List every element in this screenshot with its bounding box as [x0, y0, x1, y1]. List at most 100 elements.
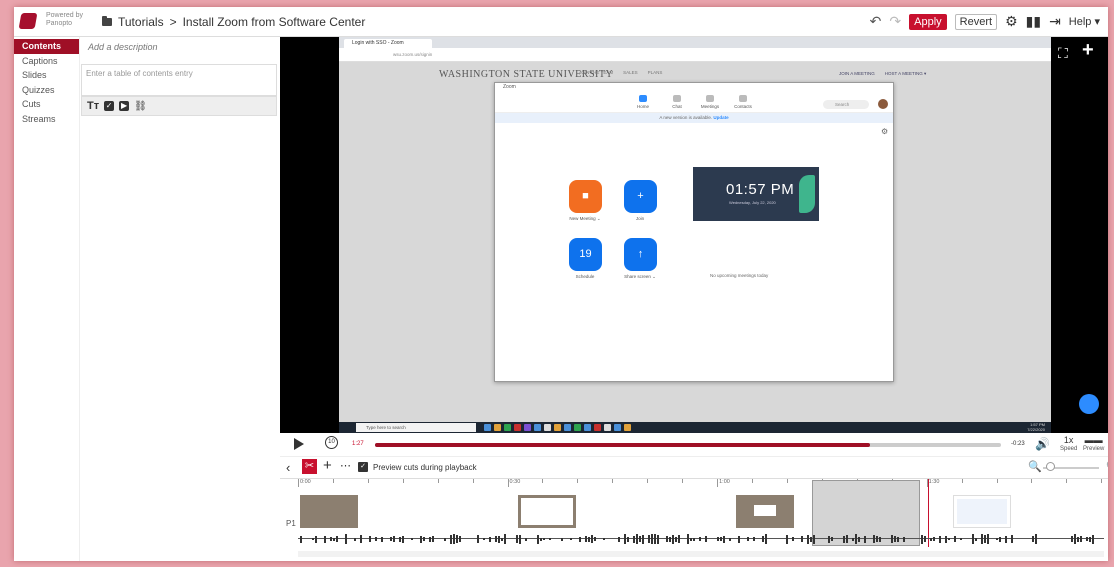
waveform-bar [705, 536, 707, 542]
fullscreen-icon[interactable]: ⛶ [1058, 45, 1068, 62]
ruler-tick [472, 479, 474, 483]
undo-icon[interactable]: ↶ [870, 13, 882, 30]
ruler-tick [437, 479, 439, 483]
waveform-bar [924, 536, 926, 542]
waveform-bar [300, 535, 302, 543]
sidebar-item-cuts[interactable]: Cuts [14, 97, 79, 112]
thumbnail-track [298, 489, 1104, 531]
waveform-bar [570, 538, 572, 540]
join-icon: + [624, 180, 657, 213]
app-icon [594, 424, 601, 431]
waveform-bar [954, 536, 956, 542]
sidebar-item-slides[interactable]: Slides [14, 68, 79, 83]
share-screen-icon: ↑ [624, 238, 657, 271]
settings-gear-icon[interactable]: ⚙ [1005, 13, 1018, 30]
preview-cuts-checkbox[interactable]: ✓ [358, 462, 368, 472]
checkbox-icon[interactable]: ✓ [104, 101, 115, 111]
breadcrumb-folder[interactable]: Tutorials [118, 15, 164, 29]
add-stream-icon[interactable]: + [1082, 39, 1094, 62]
windows-taskbar: Type here to search 1:57 PM 7/22/2020 [339, 422, 1051, 433]
ruler-tick [402, 479, 404, 483]
app-icon [554, 424, 561, 431]
update-link: Update [713, 115, 729, 120]
waveform-bar [561, 537, 563, 541]
zoom-window-title: Zoom [503, 84, 516, 90]
waveform-bar [666, 536, 668, 542]
waveform-bar [678, 535, 680, 543]
timeline-zoom-knob[interactable] [1046, 462, 1055, 471]
revert-button[interactable]: Revert [954, 13, 998, 30]
panopto-logo[interactable] [18, 13, 38, 29]
waveform-bar [687, 534, 689, 544]
link-icon[interactable]: ⛓ [134, 101, 147, 112]
video-preview[interactable]: Login with SSO - Zoom wsu.zoom.us/signin… [280, 37, 1108, 433]
sidebar-item-streams[interactable]: Streams [14, 112, 79, 127]
waveform-bar [537, 534, 539, 544]
waveform-bar [801, 536, 803, 542]
waveform-bar [504, 534, 506, 544]
speed-control[interactable]: 1x Speed [1060, 436, 1077, 454]
update-banner: A new version is available. Update [495, 113, 893, 123]
chevron-left-icon[interactable]: ‹ [286, 460, 290, 475]
text-format-icon[interactable]: Tт [87, 100, 99, 112]
zoom-nav: Home Chat Meetings Contacts Search [495, 91, 893, 113]
ruler-tick [682, 479, 684, 483]
scissors-icon[interactable]: ✂ [302, 459, 317, 474]
add-icon[interactable]: + [323, 457, 332, 474]
redo-icon[interactable]: ↷ [889, 13, 901, 30]
stats-icon[interactable]: ▮▮ [1026, 13, 1041, 30]
exit-icon[interactable]: ⇥ [1049, 13, 1061, 30]
wsu-site-actions: JOIN A MEETING HOST A MEETING ▾ [839, 71, 926, 77]
waveform-bar [996, 538, 998, 540]
current-time: 1:27 [352, 441, 364, 447]
help-menu[interactable]: Help ▾ [1069, 15, 1100, 28]
toc-entry-input[interactable]: Enter a table of contents entry [81, 64, 277, 96]
waveform-bar [1092, 534, 1094, 544]
editor-actions: ↶ ↷ Apply Revert ⚙ ▮▮ ⇥ Help ▾ [870, 13, 1100, 30]
breadcrumb: Tutorials > Install Zoom from Software C… [102, 15, 365, 29]
breadcrumb-separator: > [169, 15, 177, 29]
waveform-bar [324, 535, 326, 543]
home-icon [639, 95, 647, 102]
waveform-bar [360, 535, 362, 543]
preview-toggle[interactable]: ▬▬ Preview [1083, 436, 1104, 454]
powered-by-label: Powered by Panopto [46, 12, 83, 27]
zoom-out-icon[interactable]: 🔍 [1028, 460, 1042, 473]
waveform-bar [639, 536, 641, 542]
timeline[interactable]: 0:00 0:30 1:00 1:30 P1 [280, 478, 1108, 561]
waveform-bar [828, 535, 830, 543]
ruler-tick [367, 479, 369, 483]
top-bar: Powered by Panopto Tutorials > Install Z… [14, 7, 1108, 37]
apply-button[interactable]: Apply [909, 13, 947, 30]
youtube-icon[interactable]: ▶ [119, 101, 130, 111]
description-field[interactable]: Add a description [88, 42, 158, 52]
waveform-bar [402, 535, 404, 543]
ruler-label: 1:30 [928, 479, 940, 485]
waveform-bar [831, 537, 833, 541]
app-icon [574, 424, 581, 431]
waveform-bar [765, 534, 767, 544]
play-icon[interactable] [294, 438, 304, 450]
sidebar-item-quizzes[interactable]: Quizzes [14, 83, 79, 98]
more-icon[interactable]: ⋯ [340, 459, 351, 472]
remaining-time: -0:23 [1011, 441, 1025, 447]
zoom-button-label: New Meeting ⌄ [569, 216, 601, 221]
waveform-bar [1032, 536, 1034, 542]
sidebar-item-captions[interactable]: Captions [14, 54, 79, 69]
waveform-bar [519, 534, 521, 544]
waveform-bar [423, 537, 425, 541]
sidebar-item-contents[interactable]: Contents [14, 39, 79, 54]
rewind-10-icon[interactable]: 10 [325, 436, 338, 449]
waveform-bar [948, 538, 950, 540]
waveform-bar [753, 537, 755, 541]
volume-icon[interactable]: 🔊 [1035, 437, 1050, 451]
zoom-in-icon[interactable]: 🔍 [1106, 460, 1108, 473]
ruler-tick [647, 479, 649, 483]
timeline-scrollbar[interactable] [298, 551, 1104, 557]
app-icon [484, 424, 491, 431]
zoom-clock-card: 01:57 PM Wednesday, July 22, 2020 [693, 167, 819, 221]
chat-bubble-icon [1079, 394, 1099, 414]
app-icon [494, 424, 501, 431]
app-icon [564, 424, 571, 431]
progress-track[interactable] [375, 443, 1001, 447]
